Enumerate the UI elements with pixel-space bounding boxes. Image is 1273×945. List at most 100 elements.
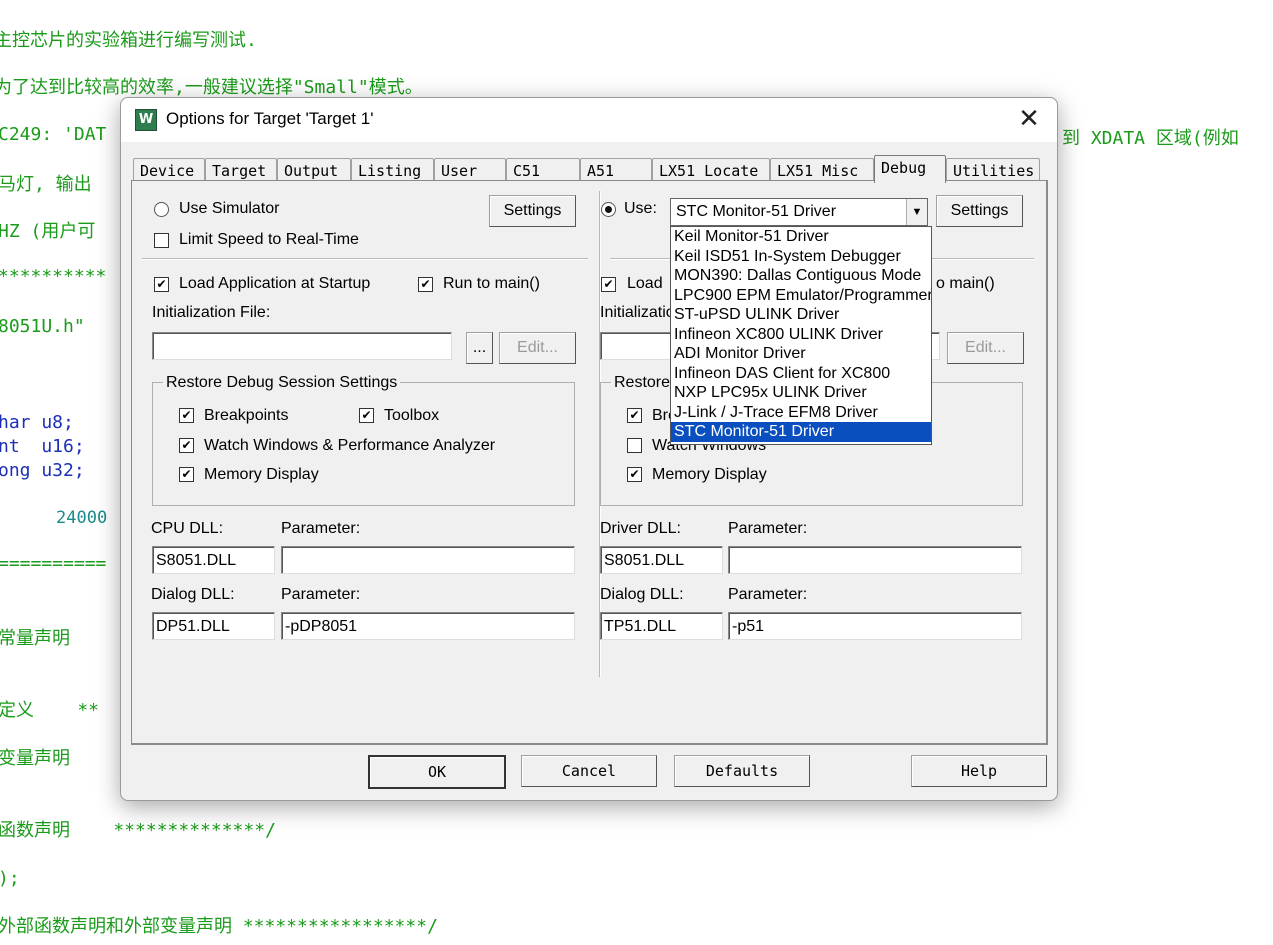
driver-param-input[interactable] <box>728 546 1022 574</box>
driver-option-selected[interactable]: STC Monitor-51 Driver <box>671 422 931 442</box>
dialog-param-input[interactable]: -pDP8051 <box>281 612 575 640</box>
limit-speed-label: Limit Speed to Real-Time <box>179 231 359 248</box>
ok-button[interactable]: OK <box>368 755 506 789</box>
code-line: 8051U.h" <box>0 316 85 337</box>
tab-output[interactable]: Output <box>277 158 351 181</box>
run-to-main-checkbox[interactable]: ✔ <box>418 277 433 292</box>
cpu-dll-label: CPU DLL: <box>151 520 224 537</box>
driver-option[interactable]: MON390: Dallas Contiguous Mode <box>671 266 931 286</box>
driver-dialog-dll-input[interactable]: TP51.DLL <box>600 612 723 640</box>
cancel-button[interactable]: Cancel <box>521 755 657 787</box>
driver-select-value: STC Monitor-51 Driver <box>676 203 837 220</box>
driver-memory-display-checkbox[interactable]: ✔ <box>627 467 642 482</box>
tab-strip: Device Target Output Listing User C51 A5… <box>133 155 1040 183</box>
code-line: ong u32; <box>0 460 85 481</box>
dialog-title: Options for Target 'Target 1' <box>166 109 374 128</box>
driver-select[interactable]: STC Monitor-51 Driver ▼ <box>670 198 928 226</box>
use-driver-label: Use: <box>624 200 657 217</box>
code-line: 马灯, 输出 <box>0 174 92 195</box>
driver-init-file-label: Initializatio <box>600 304 675 321</box>
use-simulator-radio[interactable] <box>154 202 169 217</box>
tab-listing[interactable]: Listing <box>351 158 434 181</box>
tab-device[interactable]: Device <box>133 158 205 181</box>
driver-option[interactable]: Keil ISD51 In-System Debugger <box>671 247 931 267</box>
toolbox-checkbox[interactable]: ✔ <box>359 408 374 423</box>
driver-option[interactable]: NXP LPC95x ULINK Driver <box>671 383 931 403</box>
driver-option[interactable]: ADI Monitor Driver <box>671 344 931 364</box>
code-line: ); <box>0 868 20 889</box>
driver-breakpoints-checkbox[interactable]: ✔ <box>627 408 642 423</box>
title-bar[interactable]: W Options for Target 'Target 1' ✕ <box>121 98 1057 142</box>
driver-restore-title: Restore <box>611 374 674 392</box>
tab-user[interactable]: User <box>434 158 506 181</box>
driver-dll-input[interactable]: S8051.DLL <box>600 546 723 574</box>
use-simulator-label: Use Simulator <box>179 200 280 217</box>
cpu-param-label: Parameter: <box>281 520 361 537</box>
limit-speed-checkbox[interactable] <box>154 233 169 248</box>
use-driver-radio[interactable] <box>601 202 616 217</box>
code-line: 外部函数声明和外部变量声明 *****************/ <box>0 916 438 937</box>
driver-dialog-param-label: Parameter: <box>728 586 808 603</box>
tab-lx51-locate[interactable]: LX51 Locate <box>652 158 770 181</box>
code-line: 常量声明 <box>0 628 70 649</box>
code-line: 函数声明 **************/ <box>0 820 276 841</box>
memory-display-checkbox[interactable]: ✔ <box>179 467 194 482</box>
init-file-input[interactable] <box>152 332 452 360</box>
watch-windows-label: Watch Windows & Performance Analyzer <box>204 437 496 454</box>
driver-dialog-param-input[interactable]: -p51 <box>728 612 1022 640</box>
watch-windows-checkbox[interactable]: ✔ <box>179 438 194 453</box>
restore-settings-title: Restore Debug Session Settings <box>163 374 401 392</box>
defaults-button[interactable]: Defaults <box>674 755 810 787</box>
driver-option[interactable]: Infineon XC800 ULINK Driver <box>671 325 931 345</box>
options-dialog: W Options for Target 'Target 1' ✕ Device… <box>120 97 1058 801</box>
code-line: C249: 'DAT <box>0 124 107 145</box>
code-line: 变量声明 <box>0 748 70 769</box>
driver-option[interactable]: LPC900 EPM Emulator/Programmer <box>671 286 931 306</box>
driver-option[interactable]: Keil Monitor-51 Driver <box>671 227 931 247</box>
driver-memory-display-label: Memory Display <box>652 466 767 483</box>
code-line: nt u16; <box>0 436 85 457</box>
driver-settings-button[interactable]: Settings <box>936 195 1023 227</box>
driver-param-label: Parameter: <box>728 520 808 537</box>
driver-option[interactable]: Infineon DAS Client for XC800 <box>671 364 931 384</box>
code-line: 为了达到比较高的效率,一般建议选择"Small"模式。 <box>0 77 423 98</box>
tab-c51[interactable]: C51 <box>506 158 580 181</box>
driver-option[interactable]: J-Link / J-Trace EFM8 Driver <box>671 403 931 423</box>
cpu-param-input[interactable] <box>281 546 575 574</box>
driver-option[interactable]: ST-uPSD ULINK Driver <box>671 305 931 325</box>
chevron-down-icon[interactable]: ▼ <box>906 199 927 225</box>
cpu-dll-input[interactable]: S8051.DLL <box>152 546 275 574</box>
tab-a51[interactable]: A51 <box>580 158 652 181</box>
init-file-label: Initialization File: <box>152 304 271 321</box>
tab-debug[interactable]: Debug <box>874 155 946 183</box>
load-app-label: Load Application at Startup <box>179 275 371 292</box>
driver-edit-button[interactable]: Edit... <box>947 332 1024 364</box>
tab-lx51-misc[interactable]: LX51 Misc <box>770 158 874 181</box>
driver-load-app-checkbox[interactable]: ✔ <box>601 277 616 292</box>
edit-button[interactable]: Edit... <box>499 332 576 364</box>
driver-dropdown-list: Keil Monitor-51 Driver Keil ISD51 In-Sys… <box>670 226 932 445</box>
code-line: 24000 <box>56 508 108 528</box>
tab-target[interactable]: Target <box>205 158 277 181</box>
code-line: 到 XDATA 区域(例如 <box>1062 128 1239 149</box>
driver-dialog-dll-label: Dialog DLL: <box>600 586 684 603</box>
tab-utilities[interactable]: Utilities <box>946 158 1040 181</box>
keil-app-icon: W <box>135 109 157 131</box>
driver-run-to-main-label: o main() <box>936 275 995 292</box>
help-button[interactable]: Help <box>911 755 1047 787</box>
load-app-checkbox[interactable]: ✔ <box>154 277 169 292</box>
simulator-settings-button[interactable]: Settings <box>489 195 576 227</box>
code-line: ========== <box>0 553 107 574</box>
toolbox-label: Toolbox <box>384 407 440 424</box>
close-icon[interactable]: ✕ <box>1015 106 1043 134</box>
code-line: 定义 ** <box>0 700 100 721</box>
dialog-dll-label: Dialog DLL: <box>151 586 235 603</box>
dialog-dll-input[interactable]: DP51.DLL <box>152 612 275 640</box>
browse-button[interactable]: ... <box>466 332 493 364</box>
driver-watch-windows-checkbox[interactable] <box>627 438 642 453</box>
memory-display-label: Memory Display <box>204 466 319 483</box>
driver-dll-label: Driver DLL: <box>600 520 681 537</box>
dialog-param-label: Parameter: <box>281 586 361 603</box>
driver-load-app-label: Load <box>627 275 663 292</box>
breakpoints-checkbox[interactable]: ✔ <box>179 408 194 423</box>
